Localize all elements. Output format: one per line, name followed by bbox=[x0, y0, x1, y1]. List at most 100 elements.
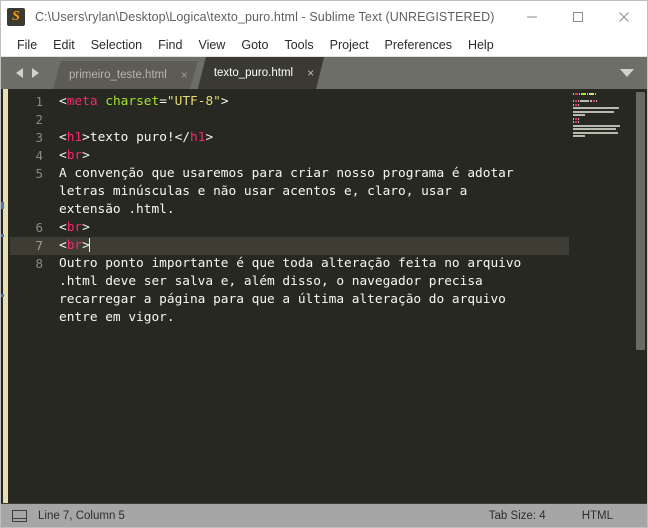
token-tag: br bbox=[66, 220, 83, 235]
menu-item-view[interactable]: View bbox=[190, 36, 233, 54]
sublime-text-logo-icon: S bbox=[7, 8, 25, 26]
token-punct: < bbox=[59, 220, 67, 235]
minimap-token bbox=[589, 93, 594, 95]
token-tag: h1 bbox=[66, 130, 83, 145]
token-punct: = bbox=[159, 94, 167, 109]
minimap-token bbox=[590, 100, 592, 102]
menu-item-goto[interactable]: Goto bbox=[233, 36, 276, 54]
minimap-token bbox=[573, 110, 614, 113]
line-number-4: 4 bbox=[35, 148, 43, 163]
tab-label: texto_puro.html bbox=[213, 67, 294, 79]
code-line[interactable] bbox=[54, 111, 569, 129]
maximize-icon bbox=[573, 12, 583, 22]
window-title: C:\Users\rylan\Desktop\Logica\texto_puro… bbox=[35, 10, 495, 24]
arrow-right-icon[interactable] bbox=[29, 67, 40, 79]
minimap-token bbox=[573, 135, 585, 137]
code-line[interactable]: .html deve ser salva e, além disso, o na… bbox=[54, 273, 569, 291]
code-line[interactable]: <br> bbox=[54, 237, 569, 255]
tab-texto-puro[interactable]: texto_puro.html × bbox=[198, 57, 324, 89]
minimap-token bbox=[573, 121, 574, 123]
token-punct: < bbox=[59, 130, 67, 145]
menu-item-preferences[interactable]: Preferences bbox=[377, 36, 460, 54]
tab-primeiro-teste[interactable]: primeiro_teste.html × bbox=[53, 61, 198, 89]
menu-item-file[interactable]: File bbox=[9, 36, 45, 54]
status-bar: Line 7, Column 5 Tab Size: 4 HTML bbox=[1, 503, 647, 527]
tab-navigation bbox=[1, 57, 53, 89]
code-line[interactable]: entre em vigor. bbox=[54, 309, 569, 327]
menu-item-project[interactable]: Project bbox=[322, 36, 377, 54]
minimap-token bbox=[573, 128, 616, 130]
line-number-wrap bbox=[10, 183, 54, 201]
menu-item-selection[interactable]: Selection bbox=[83, 36, 150, 54]
line-number-7: 7 bbox=[10, 237, 54, 255]
line-number-wrap bbox=[10, 273, 54, 291]
fold-marker bbox=[1, 234, 4, 237]
tab-size-indicator[interactable]: Tab Size: 4 bbox=[489, 510, 546, 522]
arrow-left-icon[interactable] bbox=[15, 67, 26, 79]
token-str: "UTF-8" bbox=[166, 94, 221, 109]
maximize-button[interactable] bbox=[555, 1, 601, 33]
scrollbar-thumb[interactable] bbox=[636, 92, 645, 350]
sublime-text-window: S C:\Users\rylan\Desktop\Logica\texto_pu… bbox=[0, 0, 648, 528]
minimap-token bbox=[579, 93, 580, 95]
token-punct: > bbox=[205, 130, 214, 145]
minimap-token bbox=[575, 100, 577, 102]
minimap-token bbox=[575, 121, 577, 123]
minimap-token bbox=[573, 117, 574, 120]
minimize-button[interactable] bbox=[509, 1, 555, 33]
minimap-token bbox=[573, 107, 619, 109]
code-line[interactable]: Outro ponto importante é que toda altera… bbox=[54, 255, 569, 273]
panel-layout-icon[interactable] bbox=[12, 509, 27, 522]
token-text: recarregar a página para que a última al… bbox=[59, 292, 506, 307]
code-line[interactable]: <br> bbox=[54, 147, 569, 165]
minimap-token bbox=[596, 100, 597, 102]
code-line[interactable]: letras minúsculas e não usar acentos e, … bbox=[54, 183, 569, 201]
tab-strip: primeiro_teste.html × texto_puro.html × bbox=[53, 57, 324, 89]
close-button[interactable] bbox=[601, 1, 647, 33]
line-number-1: 1 bbox=[35, 94, 43, 109]
chevron-down-icon bbox=[620, 68, 634, 77]
minimap-token bbox=[573, 124, 620, 127]
code-line[interactable]: A convenção que usaremos para criar noss… bbox=[54, 165, 569, 183]
minimap-token bbox=[578, 103, 579, 106]
menu-bar: File Edit Selection Find View Goto Tools… bbox=[1, 33, 647, 57]
token-text: entre em vigor. bbox=[59, 310, 175, 325]
tab-dropdown-button[interactable] bbox=[607, 57, 647, 89]
tab-close-icon[interactable]: × bbox=[307, 67, 314, 79]
token-tag: meta bbox=[66, 94, 98, 109]
status-right-group: Tab Size: 4 HTML bbox=[489, 504, 647, 527]
code-line[interactable]: extensão .html. bbox=[54, 201, 569, 219]
tab-close-icon[interactable]: × bbox=[181, 69, 188, 81]
minimap-token bbox=[578, 100, 579, 102]
menu-item-help[interactable]: Help bbox=[460, 36, 502, 54]
line-number-wrap bbox=[10, 291, 54, 309]
line-number-8: 8 bbox=[35, 256, 43, 271]
token-punct: > bbox=[82, 130, 90, 145]
code-line[interactable]: <h1>texto puro!</h1> bbox=[54, 129, 569, 147]
minimap-token bbox=[580, 100, 589, 102]
cursor-position: Line 7, Column 5 bbox=[38, 509, 125, 522]
code-content[interactable]: <meta charset="UTF-8"> <h1>texto puro!</… bbox=[54, 89, 569, 503]
minimap-token bbox=[593, 100, 595, 102]
minimap-token bbox=[575, 93, 578, 95]
code-line[interactable]: <br> bbox=[54, 219, 569, 237]
code-line[interactable]: recarregar a página para que a última al… bbox=[54, 291, 569, 309]
menu-item-edit[interactable]: Edit bbox=[45, 36, 83, 54]
token-text: A convenção que usaremos para criar noss… bbox=[59, 166, 514, 181]
logo-letter: S bbox=[12, 9, 20, 24]
code-line[interactable]: <meta charset="UTF-8"> bbox=[54, 93, 569, 111]
editor-area[interactable]: 12345 678 <meta charset="UTF-8"> <h1>tex… bbox=[1, 89, 647, 503]
token-tag: h1 bbox=[190, 130, 206, 145]
syntax-indicator[interactable]: HTML bbox=[582, 510, 613, 522]
line-number-6: 6 bbox=[35, 220, 43, 235]
token-text: letras minúsculas e não usar acentos e, … bbox=[59, 184, 468, 199]
window-controls bbox=[509, 1, 647, 33]
menu-item-tools[interactable]: Tools bbox=[276, 36, 321, 54]
minimap-token bbox=[575, 117, 577, 120]
minimap-token bbox=[573, 100, 574, 102]
menu-item-find[interactable]: Find bbox=[150, 36, 190, 54]
fold-marker bbox=[1, 202, 4, 209]
line-number-wrap bbox=[10, 201, 54, 219]
text-cursor bbox=[88, 238, 90, 252]
vertical-scrollbar[interactable] bbox=[634, 89, 647, 503]
